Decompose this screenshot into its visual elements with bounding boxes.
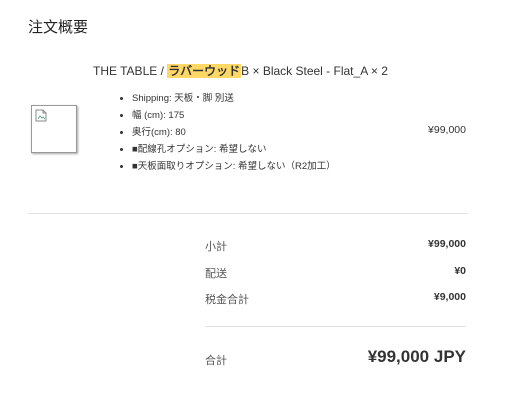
tax-value: ¥9,000	[433, 291, 466, 303]
product-thumbnail[interactable]	[31, 105, 77, 153]
subtotal-value: ¥99,000	[428, 238, 466, 250]
divider	[205, 326, 466, 327]
tax-label: 税金合計	[205, 294, 249, 306]
spec-item: ■天板面取りオプション: 希望しない（R2加工）	[132, 158, 336, 175]
spec-item: ■配線孔オプション: 希望しない	[132, 141, 336, 158]
broken-image-icon	[35, 109, 47, 122]
total-label: 合計	[205, 355, 227, 367]
divider	[28, 213, 468, 214]
total-value: ¥99,000 JPY	[367, 347, 466, 366]
spec-item: 幅 (cm): 175	[132, 107, 336, 124]
product-name: THE TABLE / ラバーウッドB × Black Steel - Flat…	[93, 62, 388, 79]
page-title: 注文概要	[28, 19, 89, 36]
spec-item: Shipping: 天板・脚 別送	[132, 90, 336, 107]
line-item-price: ¥99,000	[428, 124, 466, 136]
subtotal-label: 小計	[205, 241, 227, 253]
shipping-value: ¥0	[454, 265, 466, 277]
shipping-label: 配送	[205, 268, 227, 280]
product-name-highlight: ラバーウッド	[167, 64, 242, 78]
product-name-prefix: THE TABLE /	[93, 64, 168, 78]
product-specs: Shipping: 天板・脚 別送 幅 (cm): 175 奥行(cm): 80…	[120, 90, 336, 175]
product-name-suffix: B × Black Steel - Flat_A × 2	[241, 64, 388, 78]
spec-item: 奥行(cm): 80	[132, 124, 336, 141]
